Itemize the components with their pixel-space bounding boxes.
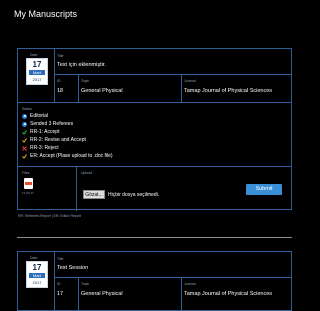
title-cell: Title Test Session (55, 252, 291, 278)
files-row: Files 17.03.17 Upload Gözat... Hiçbir do… (18, 167, 291, 211)
date-month: Mart (29, 273, 45, 278)
status-item: RR-2: Revise and Accept (22, 137, 86, 143)
status-row: Status Editorial Sended 3 Referees RR-1:… (18, 103, 291, 167)
date-year: 2017 (32, 77, 42, 82)
id-cell: ID 18 (55, 74, 78, 102)
divider (17, 237, 292, 238)
pdf-file-icon[interactable] (24, 178, 33, 189)
manuscript-info: Title Test Session ID 17 Topic General P… (54, 252, 291, 310)
manuscript-topic: General Physical (81, 88, 123, 94)
date-badge: 17 Mart 2017 (26, 58, 48, 85)
check-icon (22, 137, 27, 143)
id-cell: ID 17 (55, 277, 78, 310)
title-label: Title (57, 54, 64, 58)
status-item: Editorial (22, 113, 48, 119)
date-day: 17 (32, 263, 42, 272)
status-text: Editorial (30, 113, 49, 119)
journal-label: Journal (184, 79, 196, 83)
files-label: Files (22, 171, 30, 175)
journal-label: Journal (184, 282, 196, 286)
date-label: Date (30, 256, 38, 260)
topic-cell: Topic General Physical (78, 74, 181, 102)
status-text: RR-3: Reject (30, 145, 59, 151)
submit-button[interactable]: Submit (246, 184, 282, 195)
manuscript-journal: Tamap Journal of Physical Sciences (184, 88, 273, 94)
manuscript-card: Date 17 Mart 2017 Title Test Session ID … (17, 251, 292, 311)
manuscript-title[interactable]: Test için eklenmiştir. (57, 62, 106, 68)
date-badge: 17 Mart 2017 (26, 261, 48, 288)
id-label: ID (57, 79, 61, 83)
date-day: 17 (32, 60, 42, 69)
no-file-text: Hiçbir dosya seçilmedi. (108, 192, 160, 198)
status-text: RR-1: Accept (30, 129, 60, 135)
journal-cell: Journal Tamap Journal of Physical Scienc… (181, 277, 291, 310)
title-cell: Title Test için eklenmiştir. (55, 49, 291, 75)
file-caption: 17.03.17 (22, 191, 34, 195)
choose-file-button[interactable]: Gözat... (83, 190, 105, 199)
dot-icon (22, 121, 27, 127)
manuscript-card: Date 17 Mart 2017 Title Test için eklenm… (17, 48, 292, 211)
upload-label: Upload (81, 171, 93, 175)
topic-label: Topic (81, 282, 90, 286)
manuscript-title[interactable]: Test Session (57, 265, 88, 271)
manuscript-info: Title Test için eklenmiştir. ID 18 Topic… (54, 49, 291, 102)
files-cell: Files 17.03.17 (18, 167, 76, 211)
report-legend: RR: Referees Report | ER: Editor Report (18, 214, 81, 218)
status-item: ER: Accept (Plase upload to .doc file) (22, 153, 113, 159)
manuscript-topic: General Physical (81, 291, 123, 297)
manuscript-id: 18 (57, 88, 64, 94)
date-label: Date (30, 53, 38, 57)
status-label: Status (22, 107, 32, 111)
check-icon (22, 129, 27, 135)
manuscript-journal: Tamap Journal of Physical Sciences (184, 291, 273, 297)
topic-label: Topic (81, 79, 90, 83)
status-text: ER: Accept (Plase upload to .doc file) (30, 153, 113, 159)
status-item: RR-1: Accept (22, 129, 59, 135)
status-text: RR-2: Revise and Accept (30, 137, 86, 143)
page-title: My Manuscripts (14, 9, 78, 19)
title-label: Title (57, 257, 64, 261)
manuscript-id: 17 (57, 291, 64, 297)
status-text: Sended 3 Referees (30, 121, 74, 127)
id-label: ID (57, 282, 61, 286)
journal-cell: Journal Tamap Journal of Physical Scienc… (181, 74, 291, 102)
date-month: Mart (29, 70, 45, 75)
date-year: 2017 (32, 280, 42, 285)
status-item: Sended 3 Referees (22, 121, 73, 127)
dot-icon (22, 113, 27, 119)
status-item: RR-3: Reject (22, 145, 59, 151)
check-icon (22, 153, 27, 159)
cross-icon (22, 145, 27, 151)
topic-cell: Topic General Physical (78, 277, 181, 310)
manuscript-header-row: Date 17 Mart 2017 Title Test için eklenm… (18, 49, 291, 103)
